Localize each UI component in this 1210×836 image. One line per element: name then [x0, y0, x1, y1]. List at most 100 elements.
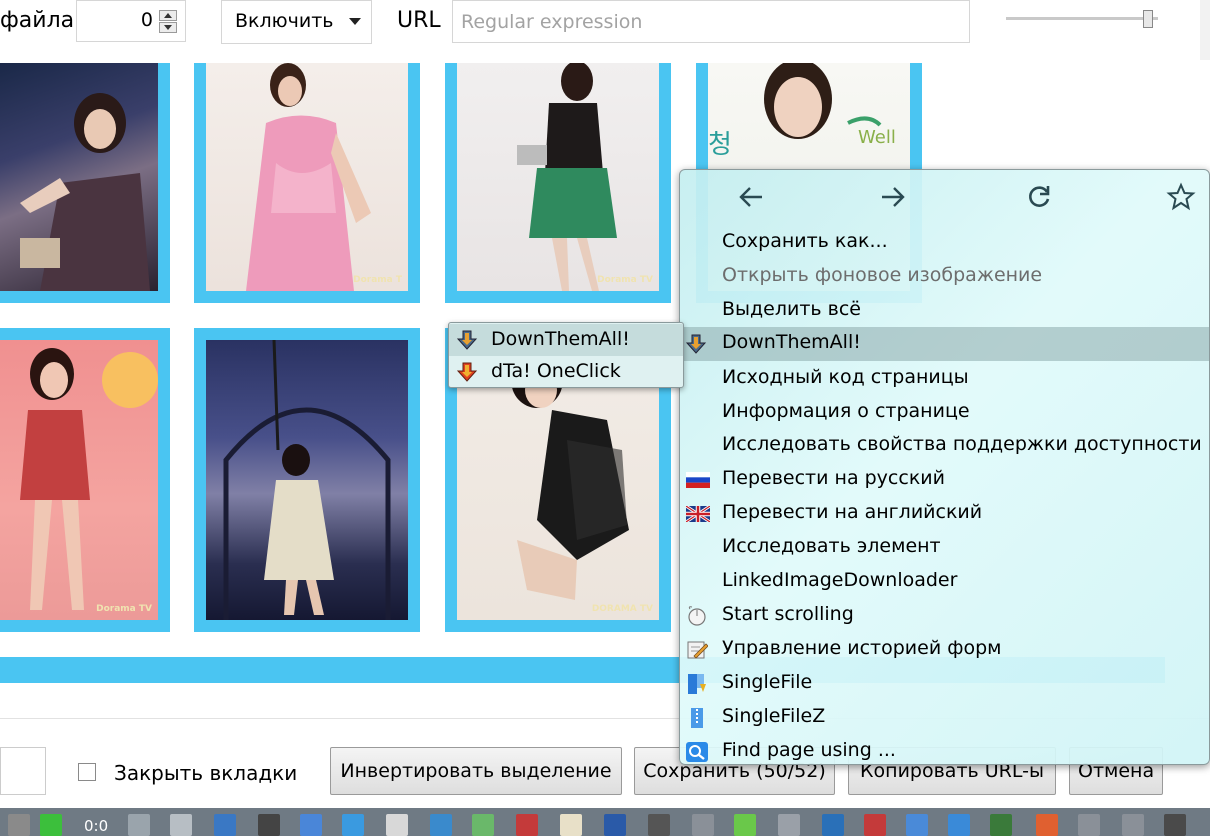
menu-item-translate-english[interactable]: Перевести на английский: [680, 497, 1209, 531]
filter-toolbar: файла 0 Включить URL: [0, 0, 1210, 60]
filter-mode-select[interactable]: Включить: [221, 0, 372, 44]
toolbar-icon[interactable]: [1122, 814, 1144, 836]
translate-icon[interactable]: [300, 814, 322, 836]
fingerprint-icon[interactable]: [990, 814, 1012, 836]
bookmark-star-icon[interactable]: [1166, 182, 1196, 212]
menu-item-label: Исследовать свойства поддержки доступнос…: [722, 433, 1202, 455]
page-icon[interactable]: [386, 814, 408, 836]
toolbar-icon[interactable]: [822, 814, 844, 836]
gear-icon[interactable]: [1164, 814, 1186, 836]
counter-text: 0:0: [84, 817, 109, 835]
gear-icon[interactable]: [516, 814, 538, 836]
gallery-photo: Dorama TV: [0, 340, 158, 620]
menu-item-label: Сохранить как...: [722, 230, 888, 252]
refresh-icon[interactable]: [778, 814, 800, 836]
close-tabs-checkbox[interactable]: [78, 763, 96, 781]
slider-thumb[interactable]: [1143, 10, 1153, 28]
gallery-tile[interactable]: [0, 63, 170, 303]
menu-item-save-as[interactable]: Сохранить как...: [680, 226, 1209, 260]
singlefile-icon: [686, 674, 708, 694]
menu-item-label: Find page using ...: [722, 739, 896, 761]
toolbar-icon[interactable]: [692, 814, 714, 836]
floppy-icon[interactable]: [560, 814, 582, 836]
svg-text:Well: Well: [858, 127, 896, 148]
menu-item-label: Выделить всё: [722, 298, 861, 320]
watermark-text: Dorama TV: [96, 604, 152, 614]
slider-track: [1006, 17, 1158, 20]
download-icon[interactable]: [648, 814, 670, 836]
menu-item-inspect-element[interactable]: Исследовать элемент: [680, 531, 1209, 565]
menu-item-label: Открыть фоновое изображение: [722, 264, 1043, 286]
woman-photo: [223, 340, 391, 620]
menu-item-select-all[interactable]: Выделить всё: [680, 294, 1209, 328]
url-regex-input[interactable]: [452, 0, 970, 43]
mask-input[interactable]: [0, 747, 46, 795]
menu-item-open-background: Открыть фоновое изображение: [680, 260, 1209, 294]
menu-item-start-scrolling[interactable]: Start scrolling: [680, 599, 1209, 633]
forward-arrow-icon[interactable]: [878, 182, 908, 212]
menu-item-page-info[interactable]: Информация о странице: [680, 396, 1209, 430]
lock-icon[interactable]: [604, 814, 626, 836]
menu-item-label: SingleFileZ: [722, 705, 826, 727]
watermark-text: DORAMA TV: [591, 604, 653, 614]
spinner-down-icon[interactable]: [159, 22, 177, 33]
woman-photo: [20, 93, 150, 291]
url-label: URL: [397, 8, 441, 33]
menu-item-view-source[interactable]: Исходный код страницы: [680, 362, 1209, 396]
gallery-photo: [206, 340, 408, 620]
toolbar-icon[interactable]: [472, 814, 494, 836]
menu-item-downthemall[interactable]: DownThemAll!: [680, 327, 1209, 361]
uk-flag-icon: [685, 504, 711, 524]
menu-item-linked-image-downloader[interactable]: LinkedImageDownloader: [680, 565, 1209, 599]
gallery-tile[interactable]: [194, 328, 420, 632]
watermark-text: Dorama TV: [597, 275, 653, 285]
menu-item-label: Start scrolling: [722, 603, 854, 625]
gallery-tile[interactable]: Dorama TV: [445, 63, 671, 303]
back-arrow-icon[interactable]: [736, 182, 766, 212]
menu-item-singlefilez[interactable]: SingleFileZ: [680, 701, 1209, 735]
gallery-photo: Dorama TV: [457, 63, 659, 291]
star-icon[interactable]: [864, 814, 886, 836]
toolbar-icon[interactable]: [170, 814, 192, 836]
floppy-icon[interactable]: [258, 814, 280, 836]
download-arrow-icon[interactable]: [734, 814, 756, 836]
menu-item-label: DownThemAll!: [722, 331, 861, 353]
spinner-up-icon[interactable]: [159, 10, 177, 21]
downthemall-icon: [685, 334, 708, 354]
toolbar-icon[interactable]: [8, 814, 30, 836]
invert-selection-button[interactable]: Инвертировать выделение: [330, 747, 622, 795]
menu-item-singlefile[interactable]: SingleFile: [680, 667, 1209, 701]
reload-icon[interactable]: [1024, 182, 1054, 212]
menu-item-inspect-accessibility[interactable]: Исследовать свойства поддержки доступнос…: [680, 429, 1209, 463]
submenu-item-downthemall[interactable]: DownThemAll!: [449, 324, 683, 356]
mouse-icon: [686, 606, 708, 626]
svg-text:청: 청: [708, 130, 732, 160]
watermark-text: Dorama T: [353, 275, 402, 285]
menu-item-find-page-using[interactable]: Find page using ...: [680, 735, 1209, 764]
scrollbar[interactable]: [1200, 0, 1210, 60]
iz-icon[interactable]: [214, 814, 236, 836]
menu-item-label: Управление историей форм: [722, 637, 1002, 659]
download-arrow-icon[interactable]: [40, 814, 62, 836]
close-tabs-label[interactable]: Закрыть вкладки: [114, 761, 297, 785]
dta-oneclick-icon: [456, 362, 479, 382]
woman-photo: [20, 348, 158, 610]
gallery-tile[interactable]: Dorama T: [194, 63, 420, 303]
gallery-photo: [0, 63, 158, 291]
share-icon[interactable]: [1078, 814, 1100, 836]
submenu-item-dta-oneclick[interactable]: dTa! OneClick: [449, 356, 683, 388]
menu-item-translate-russian[interactable]: Перевести на русский: [680, 463, 1209, 497]
file-number-spinner[interactable]: 0: [76, 0, 186, 42]
gear-icon[interactable]: [128, 814, 150, 836]
menu-item-form-history[interactable]: Управление историей форм: [680, 633, 1209, 667]
singlefile-icon[interactable]: [906, 814, 928, 836]
gallery-tile[interactable]: Dorama TV: [0, 328, 170, 632]
singlefilez-icon: [686, 708, 708, 728]
toolbar-icon[interactable]: [430, 814, 452, 836]
thumbnail-size-slider[interactable]: [1006, 10, 1158, 28]
trash-icon[interactable]: [1036, 814, 1058, 836]
russian-flag-icon: [686, 470, 710, 490]
singlefilez-icon[interactable]: [948, 814, 970, 836]
google-icon[interactable]: [342, 814, 364, 836]
menu-item-label: Перевести на русский: [722, 467, 945, 489]
